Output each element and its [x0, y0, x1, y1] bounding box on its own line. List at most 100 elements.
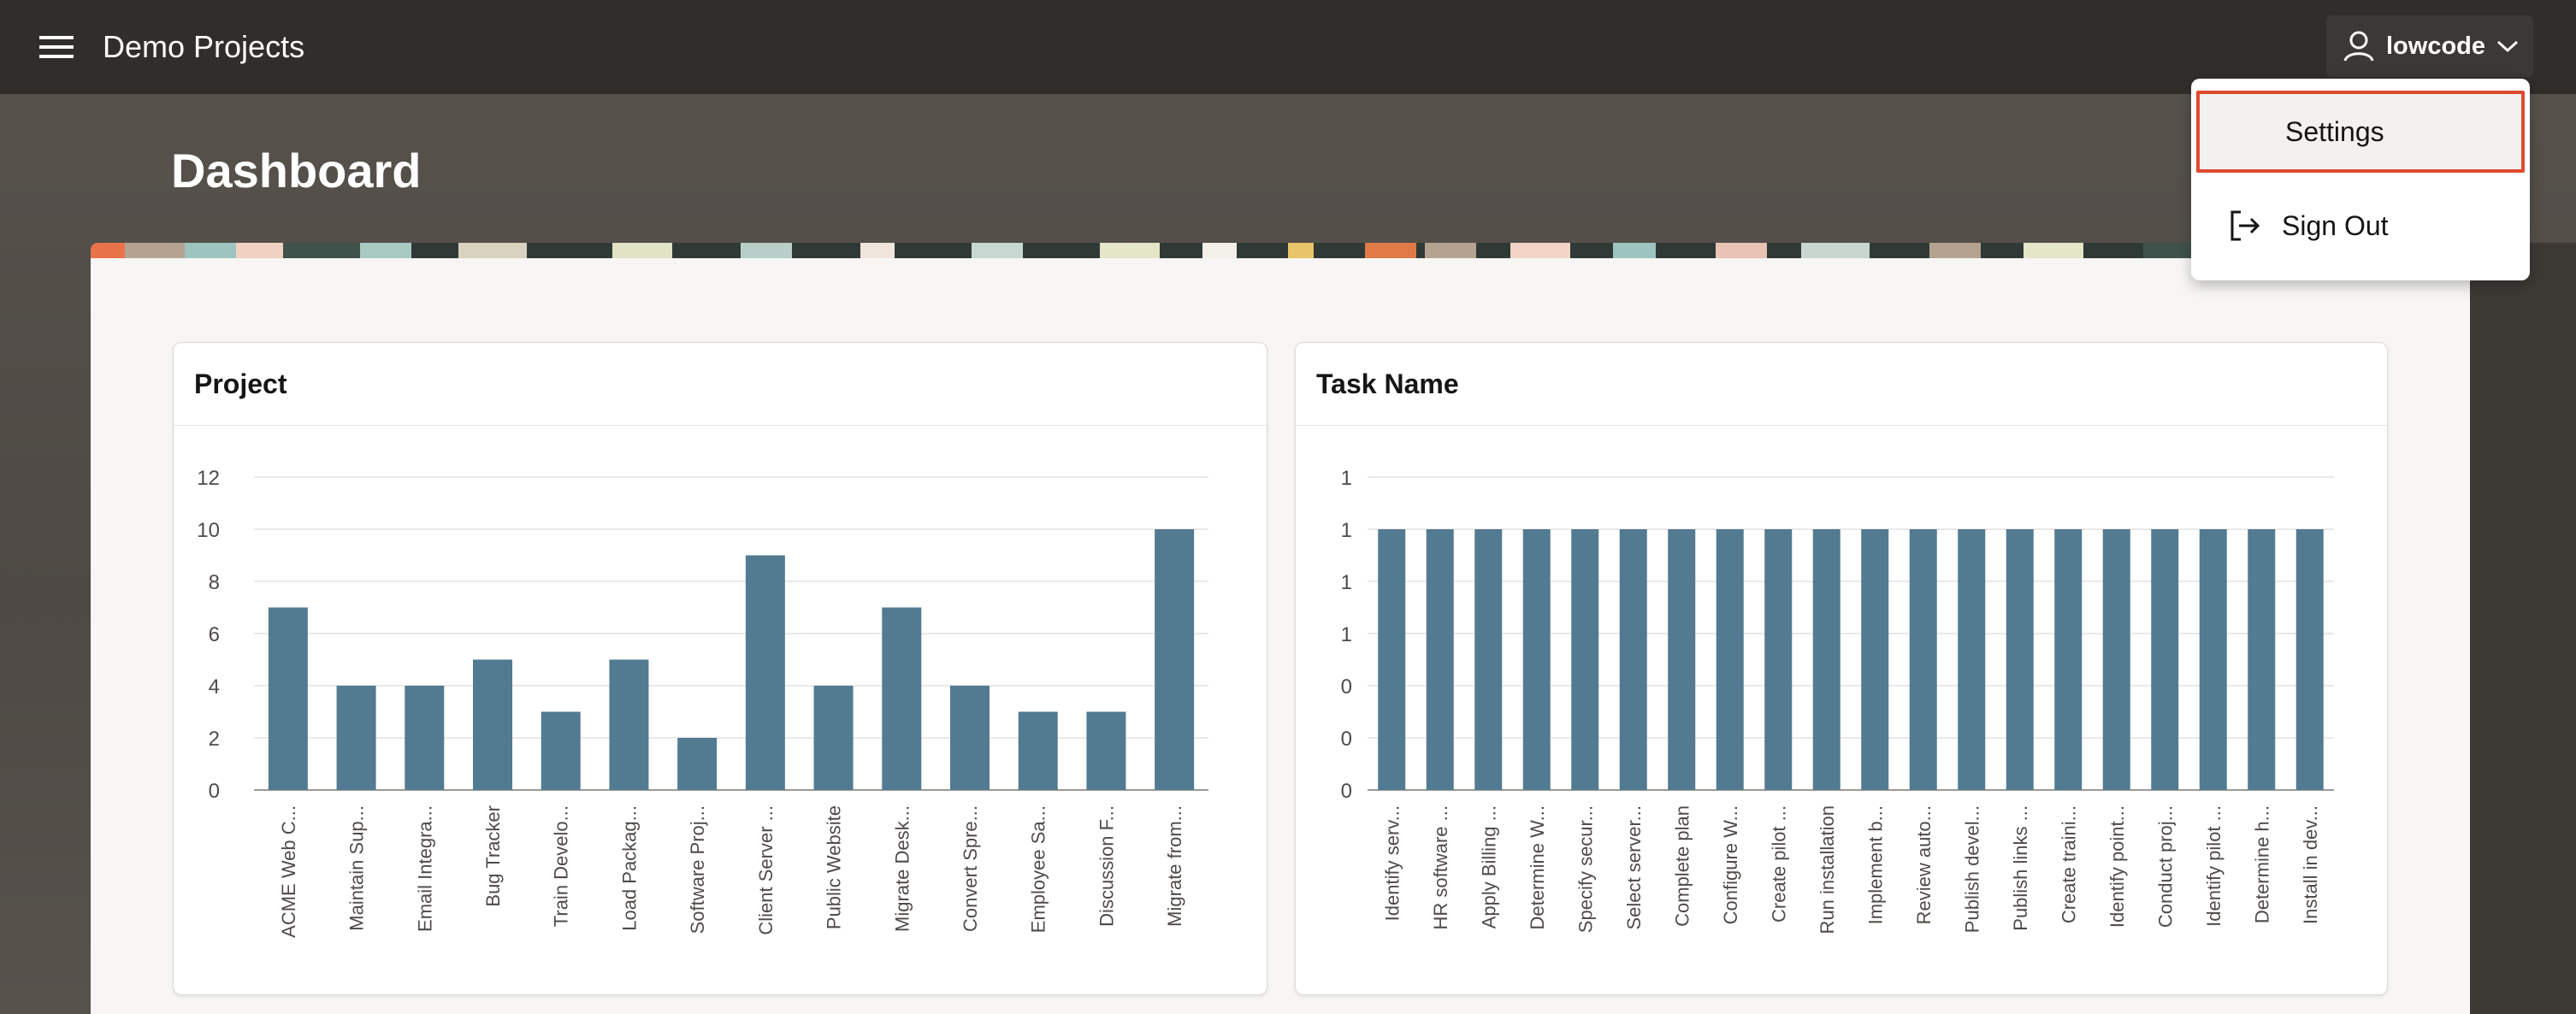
bar[interactable] [1668, 529, 1696, 790]
settings-menu-item[interactable]: Settings [2196, 91, 2525, 173]
project-bar-chart: 0 2 4 6 8 10 12 ACME Web C... Maintain Sup... Ema… [197, 467, 1208, 938]
bar[interactable] [1571, 529, 1599, 790]
bar[interactable] [1086, 711, 1126, 791]
y-tick-label: 0 [1341, 728, 1352, 751]
y-tick-label: 10 [197, 519, 220, 542]
bar[interactable] [1155, 529, 1195, 790]
project-chart-header: Project [174, 343, 1267, 426]
project-chart-title: Project [194, 368, 287, 399]
x-tick-label: Complete plan [1671, 805, 1693, 927]
y-tick-label: 1 [1341, 467, 1352, 490]
x-tick-label: Run installation [1817, 805, 1838, 934]
y-tick-label: 0 [1341, 675, 1352, 699]
x-tick-label: Conduct proj... [2154, 805, 2176, 928]
bar[interactable] [2054, 529, 2083, 790]
x-tick-label: Convert Spre... [960, 805, 981, 932]
bar[interactable] [2199, 529, 2227, 790]
top-bar: Demo Projects lowcode [0, 0, 2576, 94]
bar[interactable] [1018, 711, 1058, 791]
bar[interactable] [609, 659, 649, 791]
x-tick-label: Create traini... [2058, 805, 2079, 923]
bar[interactable] [405, 686, 445, 790]
bar[interactable] [745, 555, 785, 791]
x-tick-label: Publish links ... [2010, 805, 2031, 931]
bar[interactable] [1619, 529, 1647, 790]
x-tick-label: Implement b... [1864, 805, 1886, 924]
bar[interactable] [1812, 529, 1840, 790]
bar[interactable] [677, 738, 718, 790]
y-tick-label: 1 [1341, 519, 1352, 542]
x-tick-label: Maintain Sup... [346, 805, 368, 931]
y-tick-label: 12 [197, 467, 220, 490]
y-tick-label: 0 [209, 780, 220, 803]
bar[interactable] [1716, 529, 1744, 790]
bar[interactable] [2102, 529, 2130, 790]
x-tick-label: Train Develo... [551, 805, 572, 927]
bar[interactable] [1474, 529, 1503, 790]
sign-out-label: Sign Out [2282, 210, 2389, 241]
x-tick-label: Apply Billing ... [1478, 805, 1499, 929]
bar[interactable] [336, 686, 376, 790]
x-tick-label: Employee Sa... [1028, 805, 1049, 933]
y-tick-label: 1 [1341, 623, 1352, 646]
x-tick-label: Determine h... [2251, 805, 2272, 923]
y-tick-label: 0 [1341, 780, 1352, 803]
x-tick-label: Determine W... [1527, 805, 1548, 929]
bar[interactable] [1764, 529, 1793, 790]
bar[interactable] [2248, 529, 2276, 790]
x-tick-label: Migrate Desk... [891, 805, 913, 932]
x-tick-label: Create pilot ... [1768, 805, 1789, 923]
user-dropdown-menu: Settings Sign Out [2191, 79, 2530, 280]
user-name: lowcode [2386, 32, 2486, 60]
x-tick-label: Identify point... [2106, 805, 2128, 928]
x-tick-label: Configure W... [1720, 805, 1741, 924]
project-chart-card: Project 0 2 4 6 8 10 12 ACME Web C... Maintain S… [173, 342, 1267, 995]
x-tick-label: ACME Web C... [278, 805, 299, 938]
bar[interactable] [882, 607, 922, 791]
bar[interactable] [1378, 529, 1406, 790]
bar[interactable] [2151, 529, 2179, 790]
chevron-down-icon [2496, 38, 2520, 59]
bar[interactable] [1426, 529, 1454, 790]
right-region-background [2470, 243, 2576, 1014]
task-chart-title: Task Name [1316, 368, 1459, 399]
bar[interactable] [1909, 529, 1937, 790]
bar[interactable] [950, 686, 990, 790]
bar[interactable] [541, 711, 581, 791]
x-tick-label: Select server... [1623, 805, 1645, 930]
x-tick-label: Publish devel... [1961, 805, 1982, 933]
x-tick-label: Software Proj... [687, 805, 708, 934]
sign-out-icon [2227, 209, 2261, 247]
x-tick-label: Install in dev... [2300, 805, 2321, 924]
bar[interactable] [1958, 529, 1986, 790]
x-tick-label: Discussion F... [1096, 805, 1117, 927]
x-tick-label: Identify serv... [1381, 805, 1403, 921]
user-icon [2342, 29, 2376, 68]
bar[interactable] [2006, 529, 2034, 790]
bar[interactable] [1522, 529, 1551, 790]
x-tick-label: Identify pilot ... [2203, 805, 2224, 927]
bar[interactable] [813, 686, 854, 790]
task-chart-header: Task Name [1296, 343, 2387, 426]
x-tick-label: Email Integra... [414, 805, 435, 932]
x-tick-label: Bug Tracker [482, 805, 504, 907]
x-tick-label: Client Server ... [755, 805, 777, 935]
y-tick-label: 4 [209, 675, 220, 699]
bar[interactable] [268, 607, 308, 791]
bar[interactable] [2295, 529, 2324, 790]
user-menu-button[interactable]: lowcode [2326, 15, 2533, 77]
x-tick-label: Public Website [824, 805, 845, 929]
x-tick-label: Review auto... [1913, 805, 1935, 924]
decorative-banner [91, 243, 2470, 258]
y-tick-label: 8 [209, 571, 220, 594]
y-tick-label: 1 [1341, 571, 1352, 594]
bar[interactable] [473, 659, 512, 791]
page-title: Dashboard [171, 144, 422, 197]
sign-out-menu-item[interactable]: Sign Out [2196, 185, 2525, 267]
hamburger-icon[interactable] [34, 26, 82, 68]
y-tick-label: 2 [209, 728, 220, 751]
task-chart-card: Task Name 0 0 0 1 1 1 1 Identify serv... HR soft… [1295, 342, 2388, 995]
bar[interactable] [1861, 529, 1889, 790]
x-tick-label: HR software ... [1430, 805, 1451, 929]
app-title[interactable]: Demo Projects [103, 26, 304, 68]
